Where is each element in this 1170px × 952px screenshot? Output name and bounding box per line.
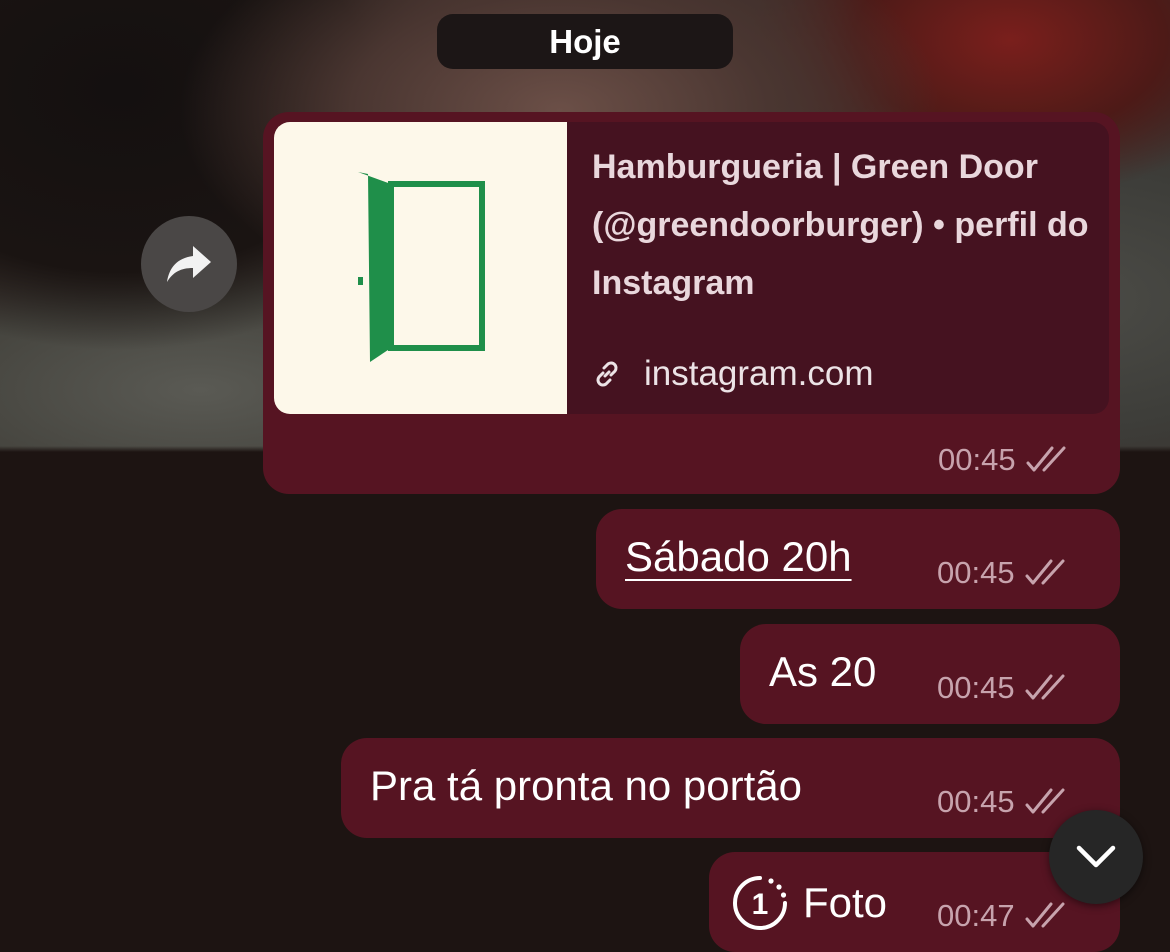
view-once-icon: 1 xyxy=(733,876,787,930)
message-time: 00:47 xyxy=(937,898,1015,933)
message-meta: 00:45 xyxy=(937,555,1071,591)
message-bubble[interactable]: As 20 00:45 xyxy=(740,624,1120,724)
link-preview-thumbnail xyxy=(274,122,567,414)
link-preview-domain: instagram.com xyxy=(644,354,874,393)
message-text: As 20 xyxy=(769,648,877,695)
date-divider: Hoje xyxy=(437,14,733,69)
link-preview-title: Hamburgueria | Green Door (@greendoorbur… xyxy=(592,148,1089,302)
double-check-icon xyxy=(1026,446,1066,472)
forward-arrow-icon xyxy=(167,246,211,282)
message-time: 00:45 xyxy=(938,442,1016,477)
message-bubble[interactable]: Sábado 20h 00:45 xyxy=(596,509,1120,609)
message-meta: 00:45 xyxy=(937,784,1071,820)
message-text: Pra tá pronta no portão xyxy=(370,762,802,809)
message-text[interactable]: Sábado 20h xyxy=(625,532,852,582)
forward-button[interactable] xyxy=(141,216,237,312)
link-preview-domain-row: instagram.com xyxy=(592,354,874,394)
message-time: 00:45 xyxy=(937,784,1015,819)
message-meta: 00:45 xyxy=(938,442,1072,478)
view-once-row[interactable]: 1 Foto xyxy=(731,874,887,932)
message-meta: 00:47 xyxy=(937,898,1071,934)
double-check-icon xyxy=(1025,788,1065,814)
double-check-icon xyxy=(1025,559,1065,585)
link-icon xyxy=(596,361,618,387)
message-time: 00:45 xyxy=(937,555,1015,590)
scroll-to-bottom-button[interactable] xyxy=(1049,810,1143,904)
message-meta: 00:45 xyxy=(937,670,1071,706)
green-door-logo xyxy=(358,172,485,362)
link-preview-card[interactable]: Hamburgueria | Green Door (@greendoorbur… xyxy=(274,122,1109,414)
double-check-icon xyxy=(1025,674,1065,700)
message-time: 00:45 xyxy=(937,670,1015,705)
message-bubble[interactable]: Pra tá pronta no portão 00:45 xyxy=(341,738,1120,838)
photo-label: Foto xyxy=(803,879,888,926)
view-once-count: 1 xyxy=(752,888,769,921)
double-check-icon xyxy=(1025,902,1065,928)
chevron-down-icon xyxy=(1076,845,1116,868)
link-preview-message[interactable]: Hamburgueria | Green Door (@greendoorbur… xyxy=(263,112,1120,494)
